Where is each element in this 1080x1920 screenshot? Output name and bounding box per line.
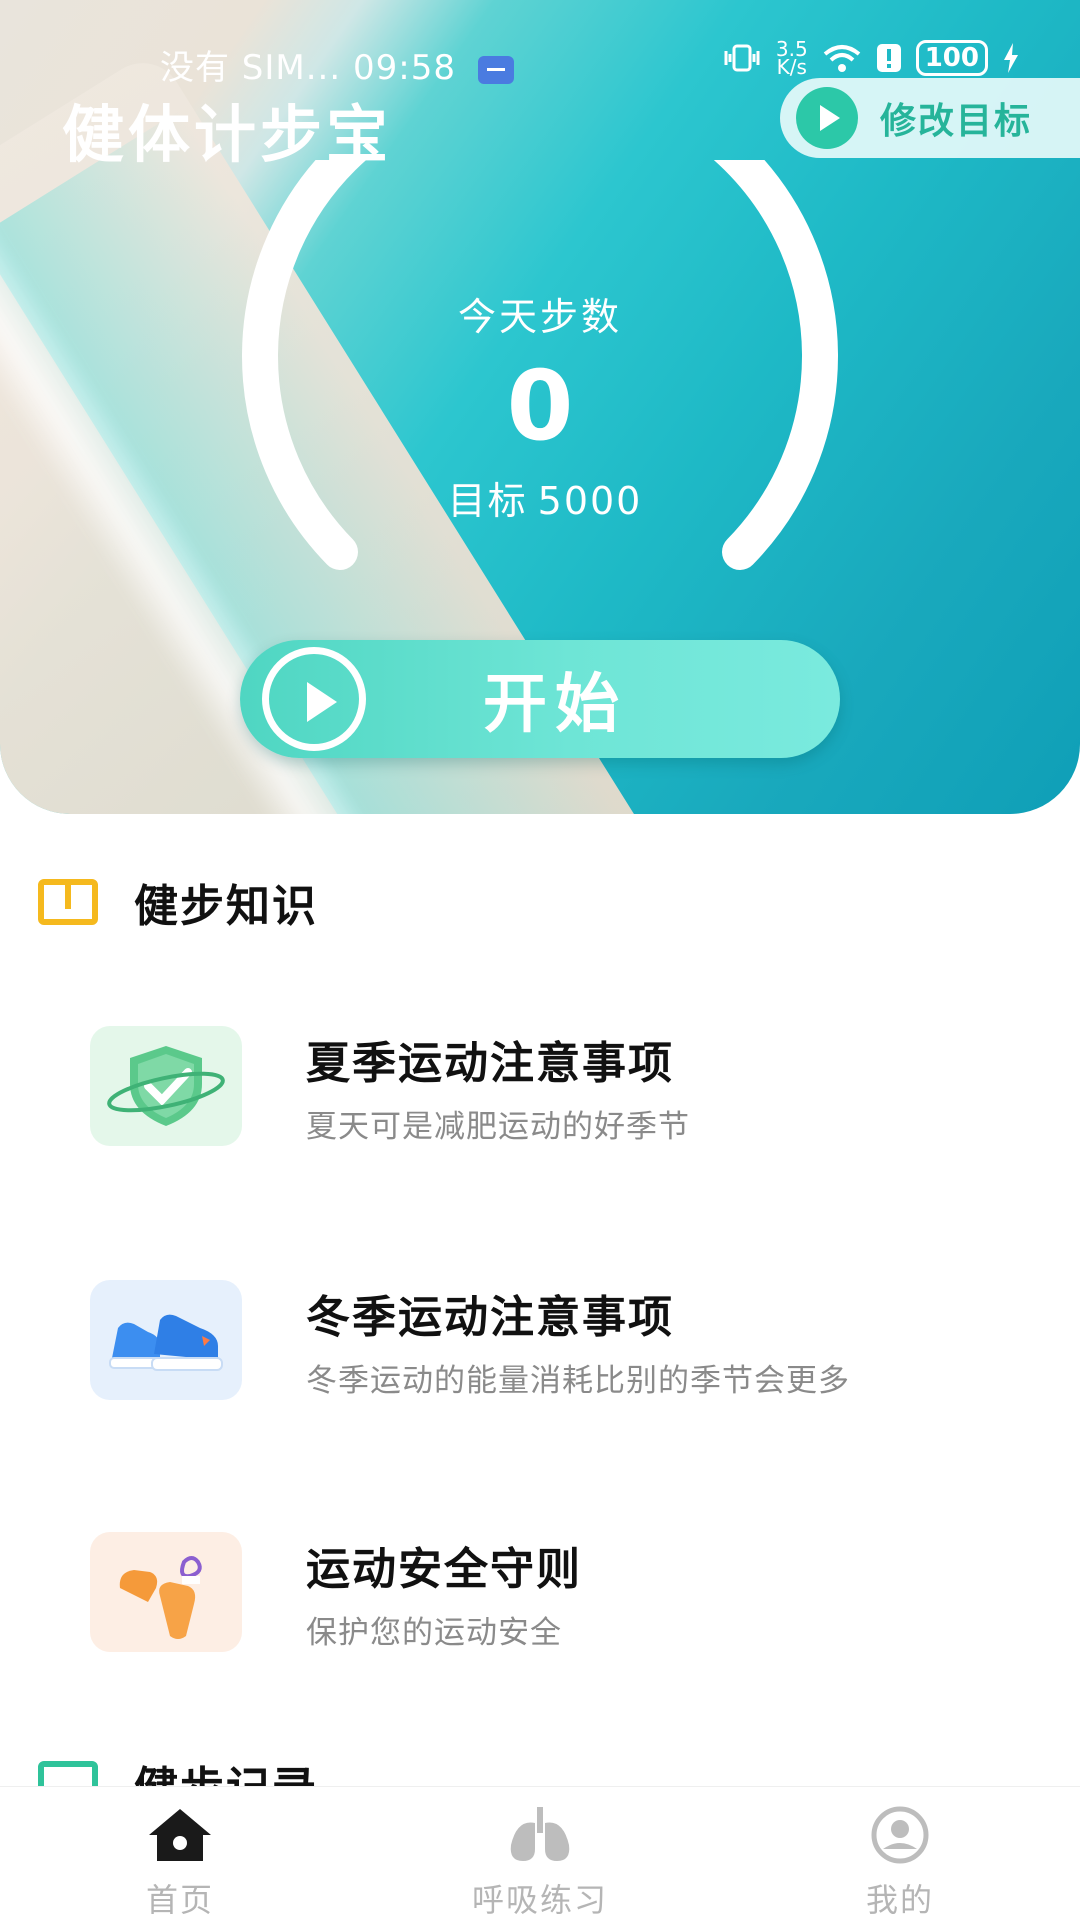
item-subtitle: 冬季运动的能量消耗比别的季节会更多 <box>306 1362 850 1399</box>
start-button[interactable]: 开始 <box>240 640 840 758</box>
sneakers-icon <box>90 1280 242 1400</box>
hero-banner: 没有 SIM... 09:58 3.5 K/s 100 健体计步宝 修改目标 今… <box>0 0 1080 814</box>
target-line: 目标 5000 <box>0 470 1080 525</box>
start-button-label: 开始 <box>483 668 627 742</box>
lungs-icon <box>510 1807 570 1861</box>
list-item[interactable]: 夏季运动注意事项 夏天可是减肥运动的好季节 <box>90 1024 990 1148</box>
edit-goal-label: 修改目标 <box>880 101 1033 142</box>
list-item[interactable]: 冬季运动注意事项 冬季运动的能量消耗比别的季节会更多 <box>90 1278 990 1402</box>
book-icon <box>38 879 98 925</box>
list-item[interactable]: 运动安全守则 保护您的运动安全 <box>90 1530 990 1654</box>
item-title: 运动安全守则 <box>306 1543 582 1595</box>
today-steps-label: 今天步数 <box>457 295 622 339</box>
vibrate-icon <box>724 44 760 72</box>
net-speed: 3.5 K/s <box>775 37 808 79</box>
play-icon <box>796 87 858 149</box>
profile-icon <box>871 1806 929 1864</box>
item-title: 冬季运动注意事项 <box>306 1291 674 1343</box>
nav-breathing[interactable]: 呼吸练习 <box>420 1787 660 1920</box>
charging-icon <box>1004 43 1018 73</box>
edit-goal-button[interactable]: 修改目标 <box>780 78 1080 158</box>
target-label: 目标 <box>447 479 528 523</box>
nav-breathing-label: 呼吸练习 <box>471 1881 608 1919</box>
bottom-navigation: 首页 呼吸练习 我的 <box>0 1786 1080 1920</box>
knowledge-section-header: 健步知识 <box>38 870 318 934</box>
battery-indicator: 100 <box>915 40 988 76</box>
wifi-icon <box>823 45 860 72</box>
item-subtitle: 夏天可是减肥运动的好季节 <box>306 1108 690 1145</box>
knowledge-section-title: 健步知识 <box>134 881 318 932</box>
alert-icon <box>876 44 901 72</box>
target-value: 5000 <box>537 479 643 523</box>
nav-mine-label: 我的 <box>865 1881 934 1919</box>
home-icon <box>149 1809 211 1861</box>
nav-home-label: 首页 <box>145 1881 214 1919</box>
usb-icon <box>477 55 514 84</box>
status-bar: 没有 SIM... 09:58 3.5 K/s 100 <box>0 37 1080 88</box>
nav-mine[interactable]: 我的 <box>780 1787 1020 1920</box>
carrier-time: 没有 SIM... 09:58 <box>160 48 456 88</box>
mittens-icon <box>90 1532 242 1652</box>
item-subtitle: 保护您的运动安全 <box>306 1614 562 1651</box>
item-title: 夏季运动注意事项 <box>306 1037 674 1089</box>
shield-check-icon <box>90 1026 242 1146</box>
nav-home[interactable]: 首页 <box>60 1787 300 1920</box>
step-count: 0 <box>506 350 574 462</box>
